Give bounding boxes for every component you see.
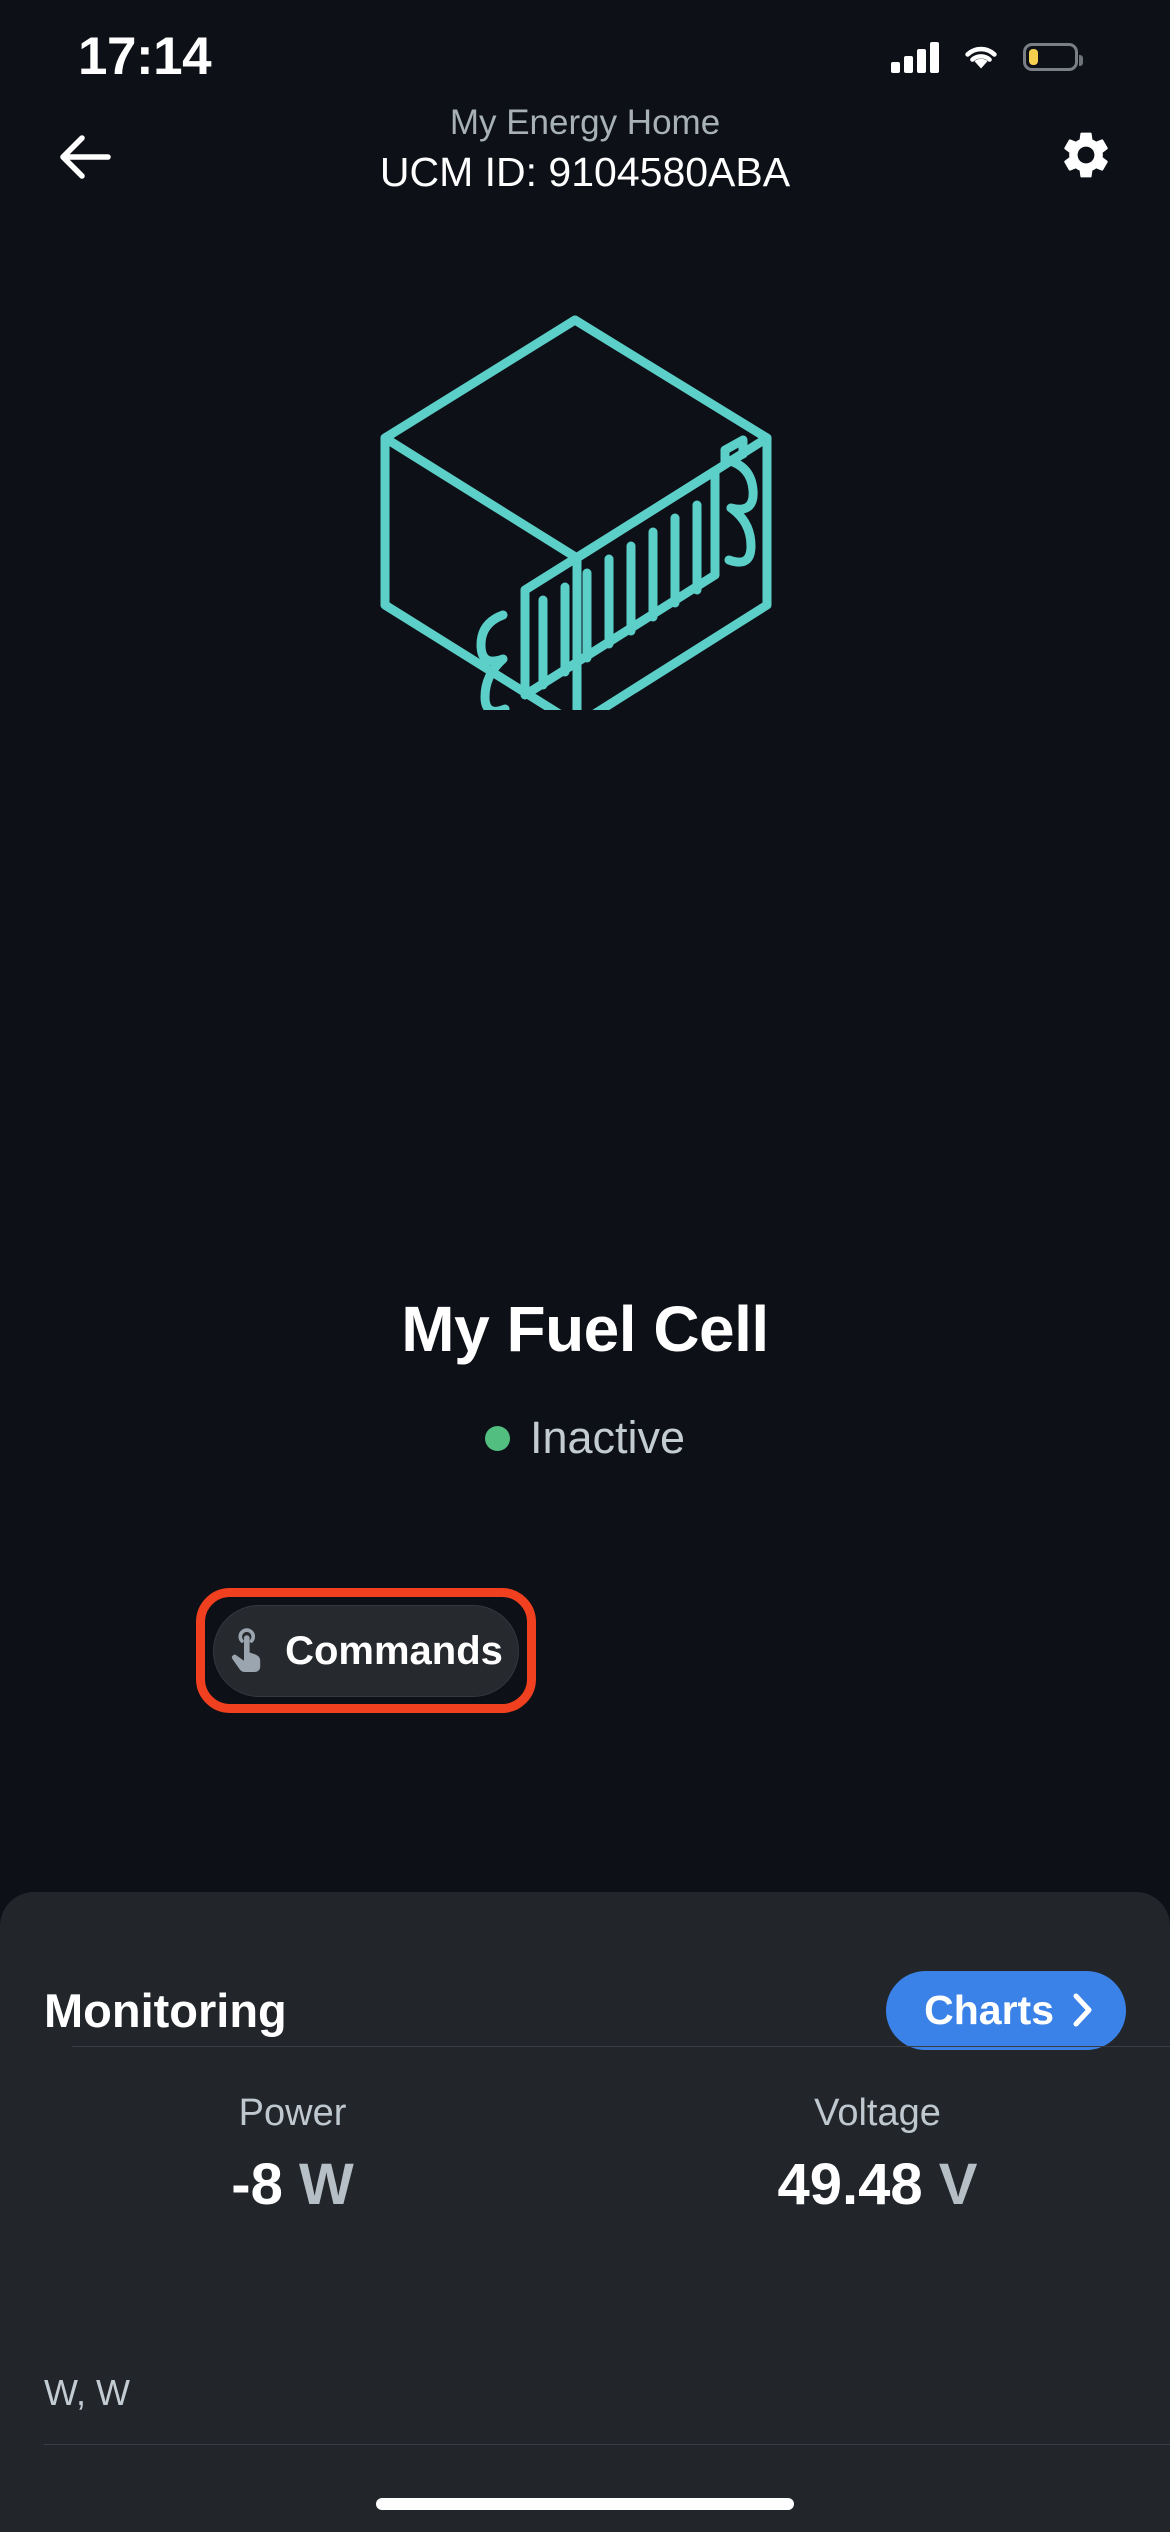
navigation-title: UCM ID: 9104580ABA	[379, 149, 791, 195]
device-status: Inactive	[0, 1412, 1170, 1464]
navigation-bar: My Energy Home UCM ID: 9104580ABA	[0, 103, 1170, 200]
navigation-title-block: My Energy Home UCM ID: 9104580ABA	[0, 101, 1170, 197]
monitoring-panel: Monitoring Charts Power -8 W Voltage 49.…	[0, 1892, 1170, 2532]
metric-unit: W	[298, 2152, 354, 2217]
metric-number: -8	[231, 2152, 283, 2217]
monitoring-footer-divider	[44, 2444, 1170, 2445]
metric-power: Power -8 W	[0, 2092, 585, 2218]
device-illustration	[0, 295, 1170, 725]
cellular-signal-icon	[891, 41, 939, 73]
gear-icon	[1064, 132, 1108, 178]
metric-value: 49.48 V	[778, 2151, 978, 2218]
chevron-right-icon	[1073, 1993, 1092, 2027]
status-indicator-dot	[484, 1425, 510, 1451]
monitoring-title: Monitoring	[44, 1983, 287, 2037]
commands-button-label: Commands	[285, 1628, 503, 1673]
status-bar: 17:14	[0, 0, 1170, 105]
metric-label: Power	[238, 2092, 347, 2134]
tap-gesture-icon	[232, 1628, 261, 1672]
settings-button[interactable]	[1046, 115, 1126, 195]
metric-value: -8 W	[231, 2151, 353, 2218]
status-bar-indicators	[891, 41, 1083, 73]
monitoring-divider	[72, 2046, 1170, 2047]
metric-voltage: Voltage 49.48 V	[585, 2092, 1170, 2218]
status-bar-time: 17:14	[78, 27, 212, 86]
monitoring-footer-text: W, W	[44, 2372, 130, 2413]
home-indicator[interactable]	[376, 2498, 794, 2510]
wifi-icon	[965, 46, 997, 68]
battery-low-icon	[1023, 42, 1083, 71]
device-name: My Fuel Cell	[401, 1293, 769, 1365]
app-screen: 17:14 My Energy Home UCM ID: 9104580ABA	[0, 0, 1170, 2532]
monitoring-header: Monitoring Charts	[44, 1970, 1126, 2050]
metric-unit: V	[938, 2152, 978, 2217]
fuel-cell-unit-icon	[380, 315, 772, 710]
charts-button[interactable]: Charts	[886, 1970, 1126, 2050]
charts-button-label: Charts	[924, 1986, 1054, 2033]
commands-button[interactable]: Commands	[213, 1605, 519, 1697]
metric-label: Voltage	[814, 2092, 941, 2134]
navigation-subtitle: My Energy Home	[449, 103, 721, 142]
metric-number: 49.48	[777, 2152, 923, 2217]
metrics-row: Power -8 W Voltage 49.48 V	[0, 2092, 1170, 2218]
status-badge: Inactive	[529, 1412, 686, 1463]
